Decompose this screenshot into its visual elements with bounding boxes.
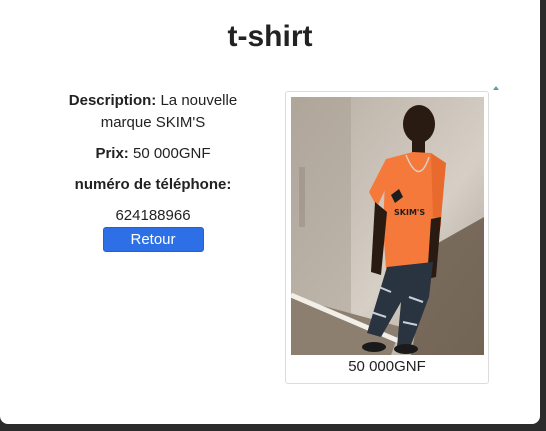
back-button[interactable]: Retour bbox=[102, 227, 204, 252]
phone-value: 624188966 bbox=[115, 207, 191, 224]
product-modal: t-shirt Description: La nouvelle marque … bbox=[0, 0, 540, 424]
product-image-card: SKIM'S 50 000GNF bbox=[285, 91, 489, 384]
svg-text:SKIM'S: SKIM'S bbox=[394, 208, 425, 217]
description: Description: La nouvelle marque SKIM'S bbox=[55, 90, 251, 134]
page-title: t-shirt bbox=[227, 20, 313, 53]
scroll-up-arrow-icon[interactable] bbox=[493, 86, 499, 90]
image-price-caption: 50 000GNF bbox=[348, 358, 426, 375]
product-photo-illustration: SKIM'S bbox=[291, 97, 484, 355]
phone-label: numéro de téléphone: bbox=[74, 176, 232, 193]
price-label: Prix: bbox=[95, 145, 129, 162]
product-photo: SKIM'S bbox=[291, 97, 484, 355]
product-info: Description: La nouvelle marque SKIM'S P… bbox=[55, 90, 251, 252]
price-value: 50 000GNF bbox=[128, 145, 211, 162]
price: Prix: 50 000GNF bbox=[55, 143, 251, 165]
description-label: Description: bbox=[68, 92, 157, 109]
